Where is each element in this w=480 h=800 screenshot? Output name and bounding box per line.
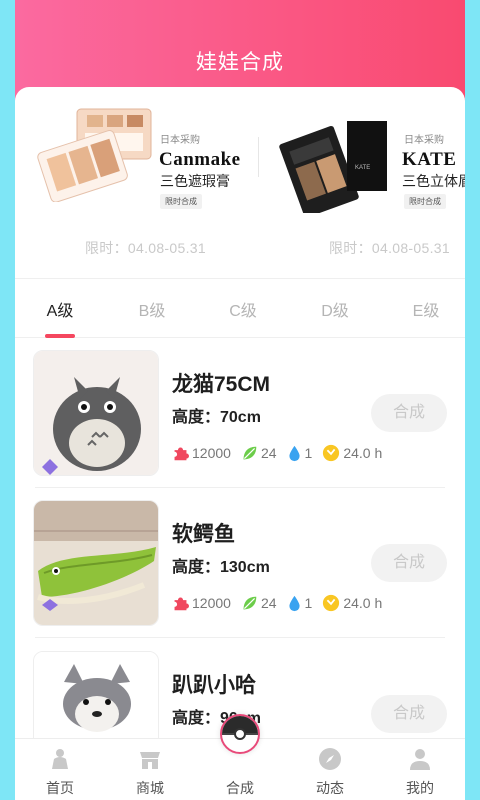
active-tab-indicator: [45, 334, 75, 338]
water-drop-icon: [288, 595, 300, 611]
crocodile-plush-image: [34, 501, 158, 625]
item-image: [33, 350, 159, 476]
list-item[interactable]: 软鳄鱼 高度：130cm 合成 12000 24 1 24.0 h: [15, 500, 465, 650]
promo-product-name: 三色立体眉: [402, 173, 465, 189]
eyebrow-product-image: KATE: [279, 121, 387, 213]
shop-icon: [140, 752, 160, 769]
coin-cost: 12000: [172, 595, 231, 612]
tab-c[interactable]: C级: [213, 297, 273, 321]
promo-product-name: 三色遮瑕膏: [160, 173, 230, 189]
promo-origin-tag: 日本采购: [404, 135, 444, 146]
promo-limited-badge: 限时合成: [404, 194, 446, 209]
page-title: 娃娃合成: [196, 51, 284, 74]
promo-brand: Canmake: [159, 149, 241, 170]
item-height: 高度：70cm: [172, 409, 261, 426]
coin-cost-value: 12000: [192, 595, 231, 611]
time-cost-value: 24.0 h: [343, 445, 383, 461]
clock-icon: [323, 594, 340, 612]
promo-card: 日本采购 Canmake 三色遮瑕膏 限时合成 限时：04.08-05.31 K…: [15, 87, 465, 277]
leaf-cost-value: 24: [260, 445, 277, 461]
time-cost: 24.0 h: [322, 594, 382, 612]
svg-text:KATE: KATE: [355, 165, 370, 171]
leaf-icon: [243, 446, 257, 459]
nav-label: 合成: [226, 780, 254, 796]
puzzle-icon: [174, 597, 189, 610]
promo-date: 限时：04.08-05.31: [85, 240, 206, 256]
time-cost: 24.0 h: [322, 444, 382, 462]
water-cost: 1: [287, 595, 313, 612]
coin-cost: 12000: [172, 445, 231, 462]
app-screen: 娃娃合成 日本采购 Canmake 三色遮瑕膏 限时合成 限时：04.08-05…: [15, 0, 465, 800]
tab-e[interactable]: E级: [396, 297, 456, 321]
nav-label: 商城: [136, 780, 164, 796]
item-costs: 12000 24 1 24.0 h: [172, 592, 392, 614]
time-cost-value: 24.0 h: [343, 595, 383, 611]
combine-icon: [220, 714, 260, 754]
nav-label: 动态: [316, 780, 344, 796]
clock-icon: [323, 444, 340, 462]
item-image: [33, 651, 159, 738]
concealer-product-image: [37, 108, 152, 202]
item-costs: 12000 24 1 24.0 h: [172, 442, 392, 464]
water-drop-icon: [288, 445, 300, 461]
divider: [35, 487, 445, 488]
nav-feed[interactable]: 动态: [285, 739, 375, 800]
nav-shop[interactable]: 商城: [105, 739, 195, 800]
compass-icon: [319, 748, 341, 770]
item-height: 高度：130cm: [172, 559, 270, 576]
combine-button[interactable]: 合成: [371, 544, 447, 582]
item-title: 龙猫75CM: [172, 373, 271, 396]
tab-b[interactable]: B级: [122, 297, 182, 321]
leaf-cost-value: 24: [260, 595, 277, 611]
combine-button[interactable]: 合成: [371, 695, 447, 733]
item-title: 趴趴小哈: [172, 674, 256, 697]
water-cost-value: 1: [304, 595, 313, 611]
promo-origin-tag: 日本采购: [160, 135, 200, 146]
home-icon: [52, 749, 68, 769]
combine-button[interactable]: 合成: [371, 394, 447, 432]
user-icon: [410, 749, 430, 770]
list-item[interactable]: 龙猫75CM 高度：70cm 合成 12000 24 1 24.0 h: [15, 350, 465, 500]
husky-plush-image: [34, 652, 158, 738]
promo-date: 限时：04.08-05.31: [329, 240, 450, 256]
promo-brand: KATE: [402, 149, 457, 170]
nav-home[interactable]: 首页: [15, 739, 105, 800]
item-image: [33, 500, 159, 626]
leaf-cost: 24: [241, 595, 277, 612]
grade-tabs: A级 B级 C级 D级 E级: [15, 278, 465, 338]
tab-a[interactable]: A级: [30, 297, 90, 321]
promo-limited-badge: 限时合成: [160, 194, 202, 209]
puzzle-icon: [174, 447, 189, 460]
nav-label: 首页: [46, 780, 74, 796]
combine-center-button[interactable]: [220, 714, 260, 754]
promo-canmake[interactable]: 日本采购 Canmake 三色遮瑕膏 限时合成 限时：04.08-05.31: [15, 87, 258, 277]
promo-kate[interactable]: KATE 日本采购 KATE 三色立体眉 限时合成 限时：04.08-05.31: [259, 87, 465, 277]
coin-cost-value: 12000: [192, 445, 231, 461]
totoro-plush-image: [34, 351, 158, 475]
water-cost-value: 1: [304, 445, 313, 461]
leaf-cost: 24: [241, 445, 277, 462]
leaf-icon: [243, 596, 257, 609]
item-title: 软鳄鱼: [172, 523, 235, 546]
divider: [35, 637, 445, 638]
water-cost: 1: [287, 445, 313, 462]
tab-d[interactable]: D级: [305, 297, 365, 321]
nav-label: 我的: [406, 780, 434, 796]
nav-profile[interactable]: 我的: [375, 739, 465, 800]
